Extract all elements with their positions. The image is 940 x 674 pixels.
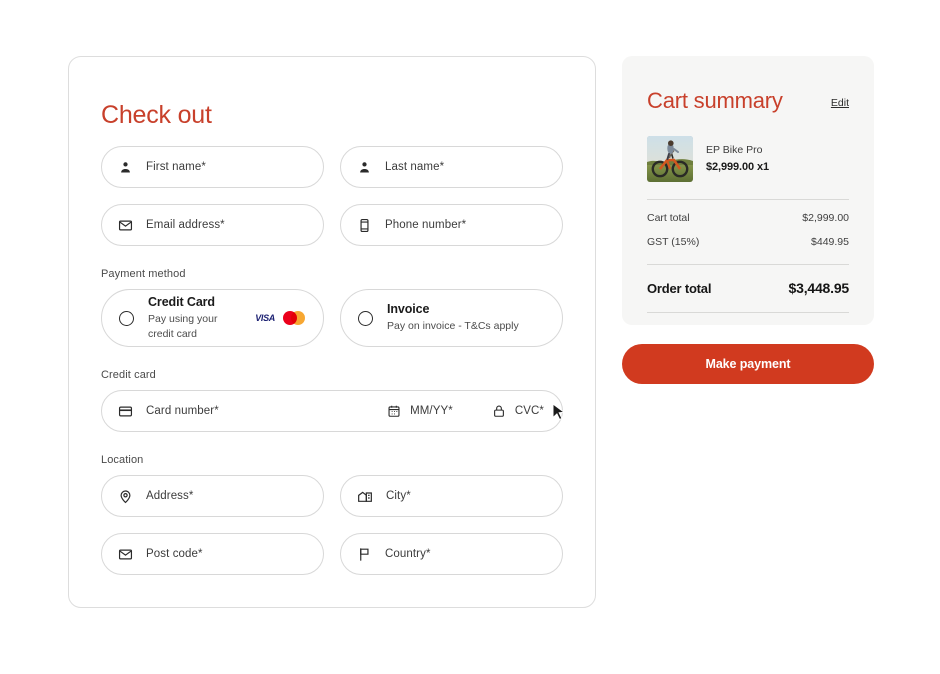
email-placeholder: Email address*: [146, 219, 225, 231]
phone-placeholder: Phone number*: [385, 219, 467, 231]
person-icon: [357, 160, 372, 175]
lock-icon: [492, 404, 506, 418]
gst-row: GST (15%) $449.95: [647, 236, 849, 248]
divider: [647, 264, 849, 265]
cvc-input[interactable]: CVC*: [492, 404, 544, 418]
checkout-card: Check out First name* Last name* Email a…: [68, 56, 596, 608]
location-label: Location: [101, 454, 144, 466]
contact-field-row: Email address* Phone number*: [101, 204, 563, 246]
flag-icon: [357, 547, 372, 562]
address-field-row: Address* City*: [101, 475, 563, 517]
credit-card-subtitle: Pay using your credit card: [148, 312, 218, 340]
envelope-icon: [118, 547, 133, 562]
checkout-page: Check out First name* Last name* Email a…: [0, 0, 940, 674]
calendar-icon: [387, 404, 401, 418]
order-total-value: $3,448.95: [788, 280, 850, 296]
postcode-field-row: Post code* Country*: [101, 533, 563, 575]
cart-summary-panel: Cart summary Edit EP Bike Pro $2,999.00 …: [622, 56, 874, 325]
payment-method-options: Credit Card Pay using your credit card V…: [101, 289, 563, 347]
order-total-row: Order total $3,448.95: [647, 280, 849, 296]
cart-total-row: Cart total $2,999.00: [647, 212, 849, 224]
card-brand-logos: VISA: [255, 311, 305, 325]
location-pin-icon: [118, 489, 133, 504]
cart-total-label: Cart total: [647, 212, 690, 224]
make-payment-button[interactable]: Make payment: [622, 344, 874, 384]
product-price-quantity: $2,999.00 x1: [706, 160, 770, 173]
name-field-row: First name* Last name*: [101, 146, 563, 188]
invoice-texts: Invoice Pay on invoice - T&Cs apply: [387, 301, 544, 334]
city-input[interactable]: City*: [340, 475, 563, 517]
credit-card-title: Credit Card: [148, 294, 215, 309]
product-details: EP Bike Pro $2,999.00 x1: [706, 143, 769, 175]
person-icon: [118, 160, 133, 175]
cart-line-item: EP Bike Pro $2,999.00 x1: [647, 136, 849, 182]
product-thumbnail: [647, 136, 693, 182]
product-name: EP Bike Pro: [706, 143, 763, 156]
credit-card-radio[interactable]: [119, 310, 134, 326]
address-placeholder: Address*: [146, 490, 194, 502]
card-number-input[interactable]: Card number*: [146, 405, 219, 417]
mobile-phone-icon: [357, 218, 372, 233]
last-name-placeholder: Last name*: [385, 161, 445, 173]
visa-logo: VISA: [255, 313, 275, 323]
address-input[interactable]: Address*: [101, 475, 324, 517]
city-building-icon: [357, 488, 373, 504]
cvc-placeholder: CVC*: [514, 405, 544, 417]
invoice-radio[interactable]: [358, 310, 373, 326]
gst-value: $449.95: [811, 236, 849, 248]
invoice-subtitle: Pay on invoice - T&Cs apply: [387, 320, 519, 333]
country-placeholder: Country*: [385, 548, 431, 560]
divider: [647, 199, 849, 200]
edit-cart-link[interactable]: Edit: [831, 97, 849, 109]
payment-method-label: Payment method: [101, 268, 186, 280]
post-code-placeholder: Post code*: [146, 548, 203, 560]
first-name-input[interactable]: First name*: [101, 146, 324, 188]
post-code-input[interactable]: Post code*: [101, 533, 324, 575]
expiry-input[interactable]: MM/YY*: [387, 404, 453, 418]
order-total-label: Order total: [647, 281, 712, 296]
phone-input[interactable]: Phone number*: [340, 204, 563, 246]
credit-card-texts: Credit Card Pay using your credit card: [148, 294, 241, 342]
payment-option-credit-card[interactable]: Credit Card Pay using your credit card V…: [101, 289, 324, 347]
invoice-title: Invoice: [387, 302, 430, 317]
divider: [647, 312, 849, 313]
expiry-placeholder: MM/YY*: [410, 405, 453, 417]
cart-total-value: $2,999.00: [802, 212, 849, 224]
first-name-placeholder: First name*: [146, 161, 206, 173]
credit-card-label: Credit card: [101, 369, 156, 381]
country-input[interactable]: Country*: [340, 533, 563, 575]
credit-card-icon: [118, 404, 133, 419]
city-placeholder: City*: [386, 490, 411, 502]
cart-summary-title: Cart summary: [647, 88, 783, 113]
credit-card-entry-row: Card number* MM/YY* CVC*: [101, 390, 563, 432]
payment-option-invoice[interactable]: Invoice Pay on invoice - T&Cs apply: [340, 289, 563, 347]
email-input[interactable]: Email address*: [101, 204, 324, 246]
mastercard-logo: [283, 311, 305, 325]
last-name-input[interactable]: Last name*: [340, 146, 563, 188]
envelope-icon: [118, 218, 133, 233]
gst-label: GST (15%): [647, 236, 700, 248]
page-title: Check out: [101, 101, 212, 129]
cart-summary-header: Cart summary Edit: [647, 90, 849, 112]
